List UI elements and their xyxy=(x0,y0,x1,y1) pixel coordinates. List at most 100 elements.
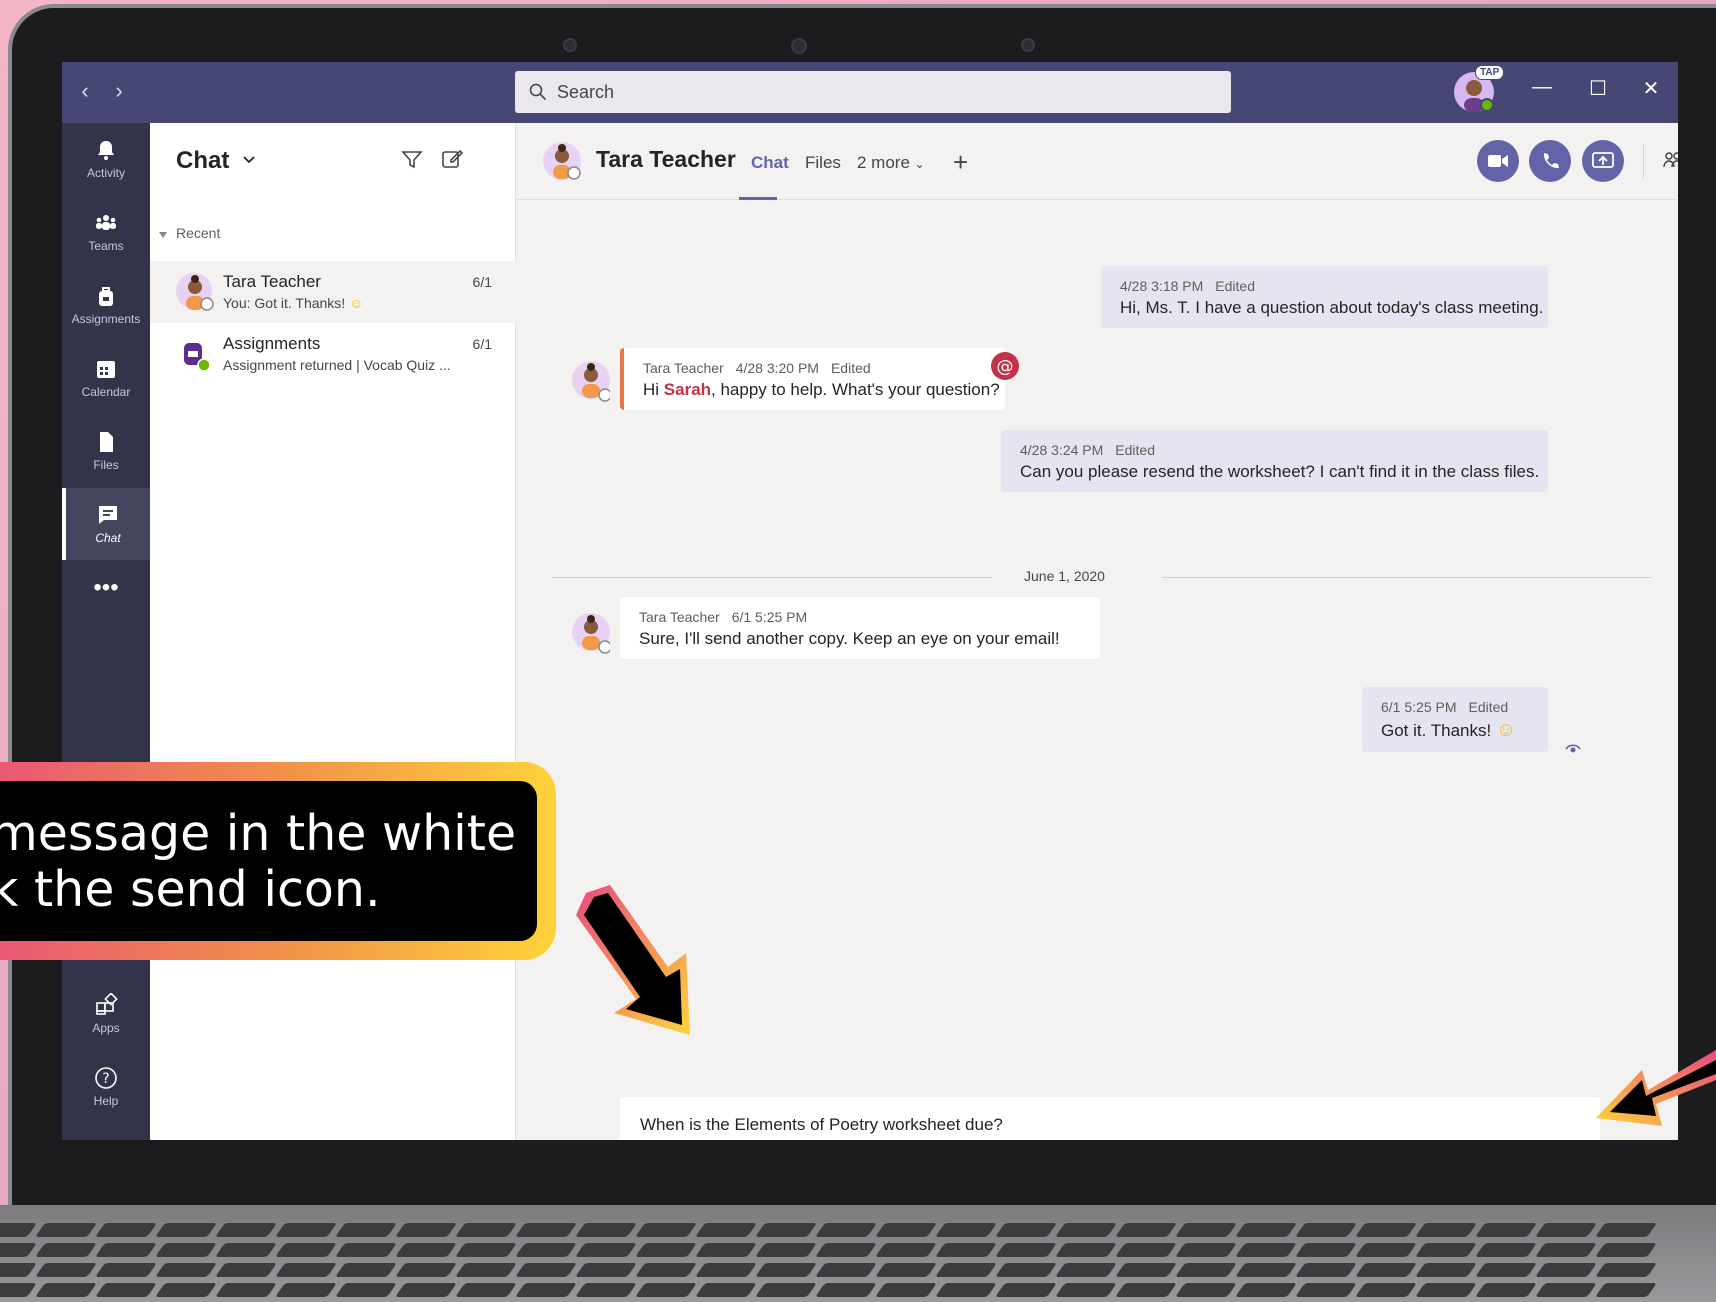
pointer-arrow-icon xyxy=(576,885,690,1035)
rail-label: Chat xyxy=(95,531,121,545)
teams-icon xyxy=(96,215,116,230)
maximize-icon[interactable]: ☐ xyxy=(1583,76,1613,101)
message-text: Hi, Ms. T. I have a question about today… xyxy=(1120,298,1544,317)
teams-window: ‹ › Search TAP — ☐ ✕ Activity Teams Assi… xyxy=(62,62,1678,1140)
avatar[interactable] xyxy=(543,142,581,180)
rail-item-calendar[interactable]: Calendar xyxy=(62,342,150,414)
chevron-down-icon: ⌄ xyxy=(914,157,925,171)
callout-text: message in the white k the send icon. xyxy=(0,806,516,918)
avatar xyxy=(176,273,214,311)
mention[interactable]: Sarah xyxy=(664,380,711,399)
search-placeholder: Search xyxy=(557,81,615,102)
chat-list-pane: Chat Recent Tara Teacher You: Got it. Th… xyxy=(150,123,516,1140)
share-screen-button[interactable] xyxy=(1582,140,1624,182)
message-mine[interactable]: 4/28 3:24 PM Edited Can you please resend… xyxy=(1001,430,1548,492)
message-other[interactable]: Tara Teacher 6/1 5:25 PM Sure, I'll send … xyxy=(620,597,1100,659)
date-separator: June 1, 2020 xyxy=(552,568,1652,588)
rail-item-teams[interactable]: Teams xyxy=(62,196,150,268)
app-rail: Activity Teams Assignments Calendar File… xyxy=(62,123,150,1140)
backpack-icon xyxy=(99,287,113,306)
rail-label: Help xyxy=(93,1094,119,1108)
chat-row-date: 6/1 xyxy=(472,336,492,352)
tab-files[interactable]: Files xyxy=(805,153,841,173)
chat-row-assignments[interactable]: Assignments Assignment returned | Vocab … xyxy=(150,323,516,385)
search-icon xyxy=(529,83,547,101)
filter-icon[interactable] xyxy=(400,148,424,172)
message-other[interactable]: Tara Teacher 4/28 3:20 PM Edited Hi Sarah,… xyxy=(620,348,1005,410)
help-icon: ? xyxy=(95,1067,117,1089)
active-tab-indicator xyxy=(739,197,777,200)
header-divider xyxy=(1643,143,1644,179)
avatar[interactable] xyxy=(572,361,612,402)
rail-label: Teams xyxy=(88,239,124,253)
phone-icon xyxy=(1543,153,1559,169)
laptop-keyboard xyxy=(0,1205,1716,1302)
message-text: Hi Sarah, happy to help. What's your que… xyxy=(643,380,1000,399)
rail-item-activity[interactable]: Activity xyxy=(62,123,150,195)
rail-item-help[interactable]: ? Help xyxy=(62,1051,150,1123)
conversation-title: Tara Teacher xyxy=(596,146,736,172)
rail-label: Calendar xyxy=(81,385,131,399)
callout-line: message in the white xyxy=(0,805,517,862)
video-camera-icon xyxy=(1488,155,1508,167)
message-text: Sure, I'll send another copy. Keep an ey… xyxy=(639,629,1060,648)
message-meta: 4/28 3:24 PM Edited xyxy=(1020,442,1155,458)
svg-text:@: @ xyxy=(997,357,1014,377)
rail-label: Assignments xyxy=(71,312,141,326)
separator-line xyxy=(1162,577,1652,578)
date-separator-label: June 1, 2020 xyxy=(1012,568,1117,584)
new-chat-icon[interactable] xyxy=(440,147,464,171)
chat-list-title[interactable]: Chat xyxy=(176,147,229,175)
add-tab-icon[interactable]: + xyxy=(953,147,968,178)
message-mine[interactable]: 4/28 3:18 PM Edited Hi, Ms. T. I have a q… xyxy=(1101,266,1548,328)
camera-sensor-icon xyxy=(563,38,577,52)
smile-emoji-icon: ☺ xyxy=(1495,719,1517,741)
more-apps-icon[interactable]: ••• xyxy=(62,563,150,613)
chat-row-tara-teacher[interactable]: Tara Teacher You: Got it. Thanks! ☺ 6/1 xyxy=(150,261,516,323)
rail-label: Apps xyxy=(92,1021,120,1035)
person-avatar-icon xyxy=(553,144,581,180)
tab-chat[interactable]: Chat xyxy=(751,153,789,173)
rail-item-assignments[interactable]: Assignments xyxy=(62,269,150,341)
message-mine[interactable]: 6/1 5:25 PM Edited Got it. Thanks! ☺ xyxy=(1362,687,1548,752)
svg-text:?: ? xyxy=(102,1071,109,1087)
chevron-down-icon[interactable] xyxy=(242,153,256,167)
forward-arrow-icon[interactable]: › xyxy=(106,78,132,106)
message-meta: Tara Teacher 6/1 5:25 PM xyxy=(639,609,808,625)
callout-line: k the send icon. xyxy=(0,861,381,918)
file-icon xyxy=(100,432,113,452)
conversation-header: Tara Teacher Chat Files 2 more ⌄ + xyxy=(516,123,1678,200)
caret-down-icon[interactable] xyxy=(158,230,168,240)
avatar[interactable] xyxy=(572,613,612,654)
message-compose-input[interactable]: When is the Elements of Poetry worksheet… xyxy=(620,1097,1600,1140)
message-meta: 6/1 5:25 PM Edited xyxy=(1381,699,1509,715)
separator-line xyxy=(552,577,992,578)
video-call-button[interactable] xyxy=(1477,140,1519,182)
chat-row-preview: You: Got it. Thanks! ☺ xyxy=(223,295,364,311)
minimize-icon[interactable]: — xyxy=(1527,76,1557,99)
rail-item-files[interactable]: Files xyxy=(62,415,150,487)
smile-emoji-icon: ☺ xyxy=(349,295,364,311)
read-receipt-eye-icon xyxy=(1565,744,1581,753)
message-text: Got it. Thanks! ☺ xyxy=(1381,719,1517,741)
pointer-arrow-icon xyxy=(1596,1050,1716,1126)
rail-label: Files xyxy=(93,458,119,472)
chat-row-preview: Assignment returned | Vocab Quiz ... xyxy=(223,357,451,373)
user-badge: TAP xyxy=(1475,65,1505,80)
rail-item-apps[interactable]: Apps xyxy=(62,978,150,1050)
audio-call-button[interactable] xyxy=(1529,140,1571,182)
close-icon[interactable]: ✕ xyxy=(1636,76,1666,101)
back-arrow-icon[interactable]: ‹ xyxy=(72,78,98,106)
camera-lens-icon xyxy=(791,38,807,54)
tab-more[interactable]: 2 more ⌄ xyxy=(857,153,925,173)
camera-sensor-icon xyxy=(1021,38,1035,52)
title-bar: ‹ › Search TAP — ☐ ✕ xyxy=(62,62,1678,123)
person-avatar-icon xyxy=(186,275,214,311)
search-input[interactable]: Search xyxy=(515,71,1231,113)
message-meta: 4/28 3:18 PM Edited xyxy=(1120,278,1255,294)
person-avatar-icon xyxy=(582,363,612,402)
chat-icon xyxy=(99,506,117,524)
add-people-icon[interactable] xyxy=(1662,147,1678,171)
rail-item-chat[interactable]: Chat xyxy=(62,488,150,560)
bell-icon xyxy=(98,141,114,160)
